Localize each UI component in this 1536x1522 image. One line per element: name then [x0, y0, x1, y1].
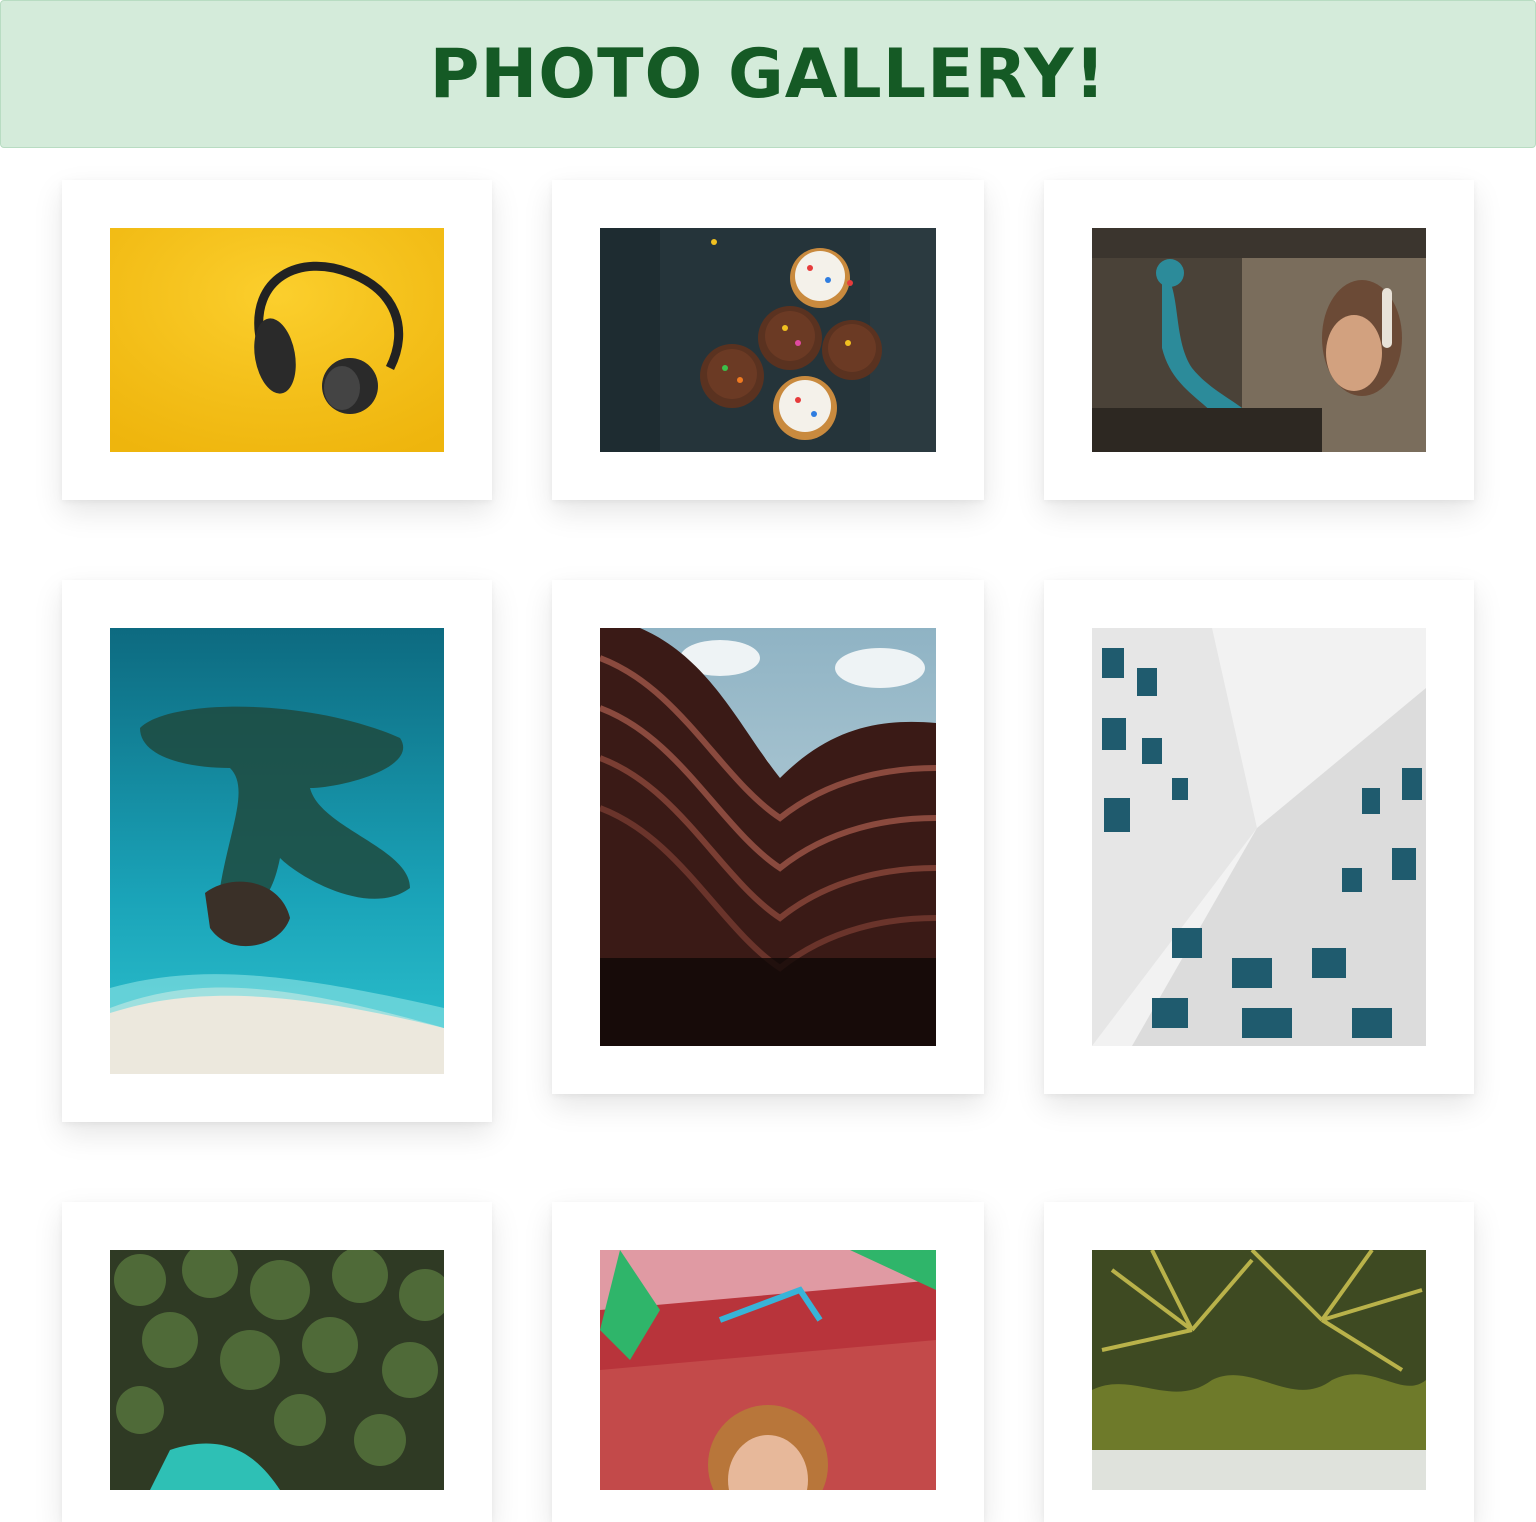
photo-card[interactable]	[1044, 1202, 1474, 1522]
photo-card[interactable]	[552, 180, 984, 500]
photo-card[interactable]	[62, 180, 492, 500]
photo-card[interactable]	[1044, 580, 1474, 1094]
photo-aerial-beach[interactable]	[110, 628, 444, 1074]
photo-graffiti-woman[interactable]	[1092, 228, 1426, 452]
photo-white-building[interactable]	[1092, 628, 1426, 1046]
photo-palm-canopy[interactable]	[1092, 1250, 1426, 1490]
photo-palm-trees-aerial[interactable]	[110, 1250, 444, 1490]
photo-card[interactable]	[552, 1202, 984, 1522]
page-title: PHOTO GALLERY!	[429, 34, 1107, 114]
photo-cupcakes[interactable]	[600, 228, 936, 452]
page-header: PHOTO GALLERY!	[0, 0, 1536, 148]
photo-graffiti-child[interactable]	[600, 1250, 936, 1490]
photo-card[interactable]	[62, 580, 492, 1122]
photo-headphones[interactable]	[110, 228, 444, 452]
photo-card[interactable]	[1044, 180, 1474, 500]
photo-card[interactable]	[552, 580, 984, 1094]
photo-card[interactable]	[62, 1202, 492, 1522]
photo-curved-building[interactable]	[600, 628, 936, 1046]
